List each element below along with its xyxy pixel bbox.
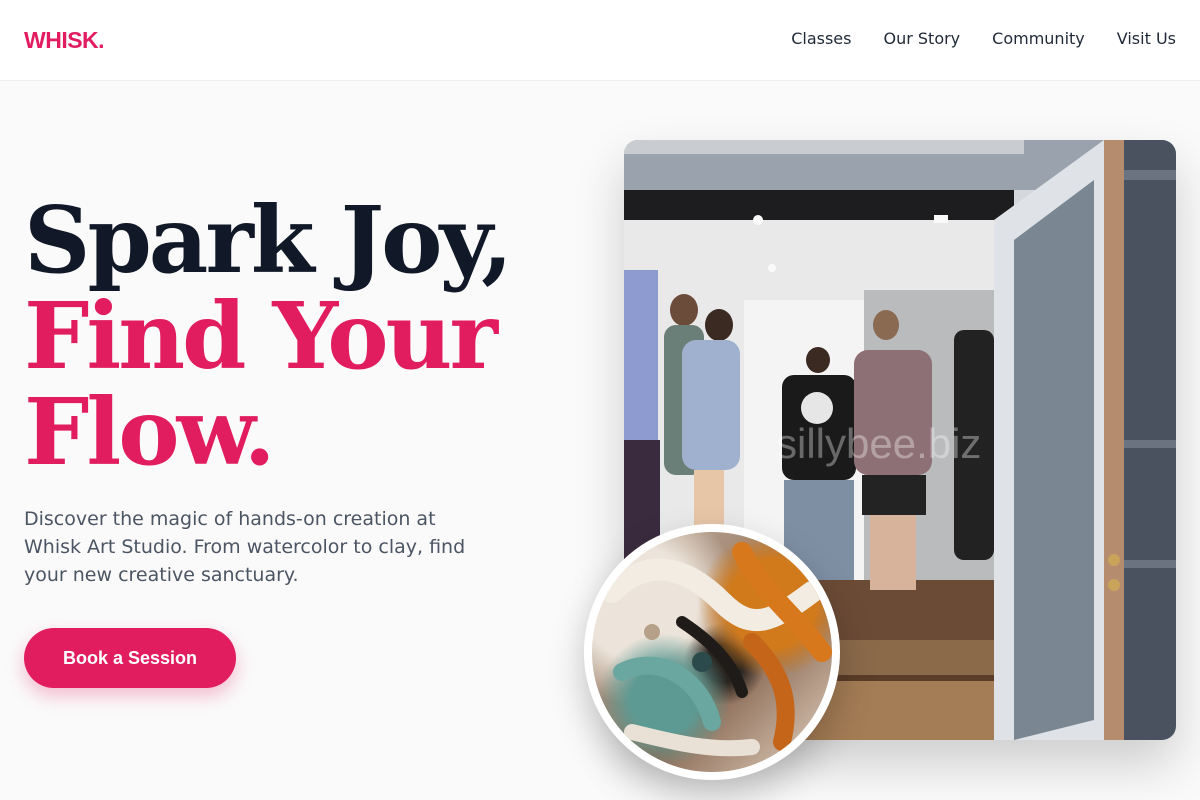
main-nav: Classes Our Story Community Visit Us [791, 29, 1176, 48]
hero-description: Discover the magic of hands-on creation … [24, 508, 466, 586]
paint-texture-photo [584, 524, 840, 780]
book-session-button[interactable]: Book a Session [24, 628, 236, 688]
nav-link-our-story[interactable]: Our Story [883, 29, 960, 48]
photo-watermark: sillybee.biz [776, 420, 981, 467]
nav-link-classes[interactable]: Classes [791, 29, 851, 48]
headline-line-1: Spark Joy, [24, 186, 513, 294]
hero-headline: Spark Joy, Find Your Flow. [24, 192, 584, 480]
logo[interactable]: WHISK. [24, 27, 105, 54]
headline-line-2: Find Your [24, 282, 498, 390]
nav-link-community[interactable]: Community [992, 29, 1085, 48]
paint-texture-illustration [601, 542, 832, 757]
nav-link-visit-us[interactable]: Visit Us [1117, 29, 1176, 48]
site-header: WHISK. Classes Our Story Community Visit… [0, 0, 1200, 81]
headline-line-3: Flow. [24, 378, 276, 486]
